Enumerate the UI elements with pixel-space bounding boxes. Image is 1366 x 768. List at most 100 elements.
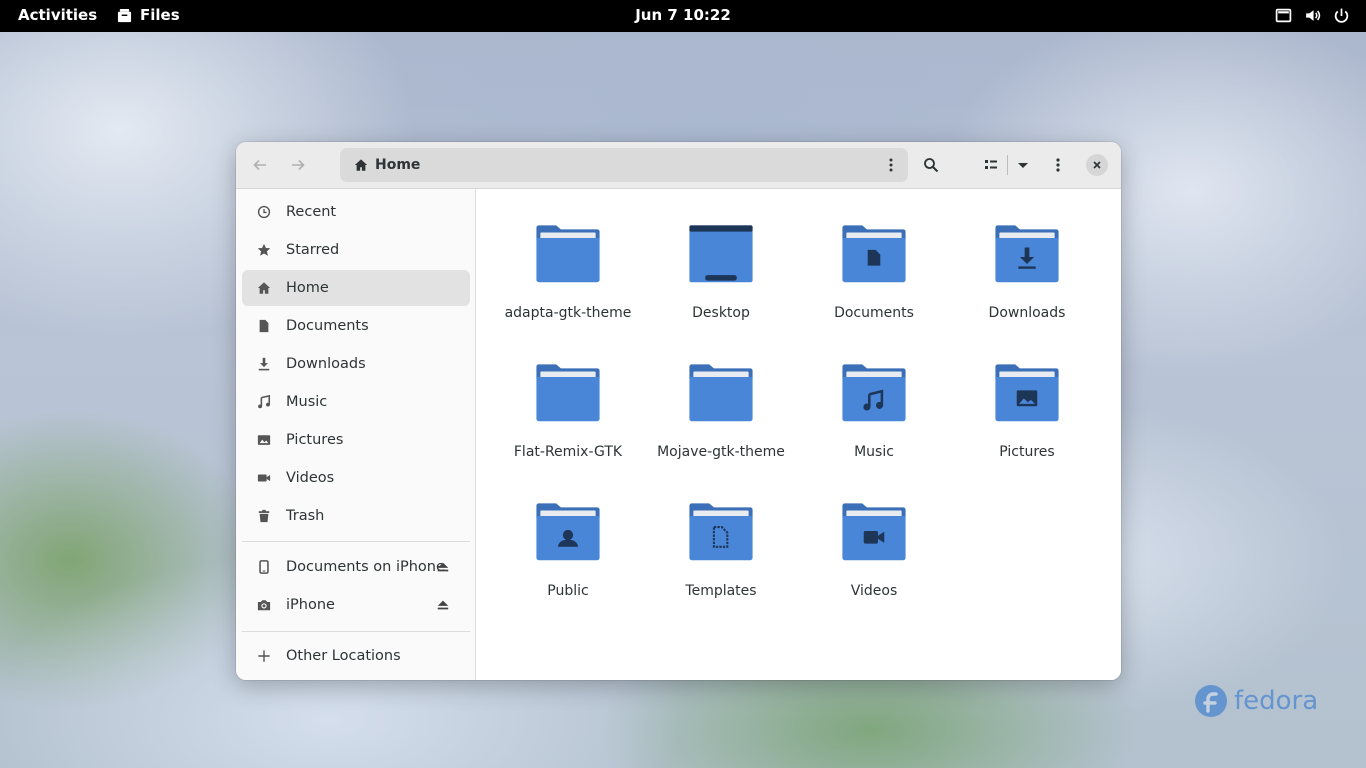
file-grid: adapta-gtk-theme Desktop Documents Download… (477, 189, 1121, 680)
folder-item[interactable]: Mojave-gtk-theme (651, 330, 791, 460)
sidebar-item-recent[interactable]: Recent (242, 194, 470, 230)
folder-item[interactable]: Downloads (957, 191, 1097, 321)
folder-item[interactable]: Flat-Remix-GTK (498, 330, 638, 460)
power-icon[interactable] (1333, 7, 1350, 24)
back-button[interactable] (244, 150, 276, 180)
path-home-button[interactable]: Home (354, 157, 420, 173)
sidebar-item-iphone[interactable]: iPhone (242, 587, 470, 623)
sidebar-item-other-locations[interactable]: Other Locations (242, 638, 470, 674)
sidebar-item-label: Documents (286, 318, 369, 334)
sidebar-item-label: Music (286, 394, 328, 410)
fedora-icon (1195, 685, 1227, 717)
template-folder-icon (689, 503, 753, 561)
folder-name: Videos (850, 583, 898, 599)
document-folder-icon (842, 225, 906, 283)
sidebar-divider (242, 631, 470, 632)
files-window: Home Recent Starred Home Documents Downl… (236, 142, 1121, 680)
folder-folder-icon (536, 364, 600, 422)
fedora-logo: fedora (1194, 684, 1318, 718)
path-bar[interactable]: Home (340, 148, 908, 182)
picture-icon (256, 432, 272, 448)
view-separator (1007, 155, 1008, 175)
user-folder-icon (536, 503, 600, 561)
eject-icon[interactable] (436, 560, 450, 574)
folder-item[interactable]: Templates (651, 469, 791, 599)
search-button[interactable] (915, 150, 947, 180)
folder-name: Downloads (988, 305, 1066, 321)
list-view-button[interactable] (977, 150, 1005, 180)
list-view-icon (985, 160, 997, 169)
folder-name: Mojave-gtk-theme (657, 444, 785, 460)
plus-icon (256, 648, 272, 664)
view-options-button[interactable] (1010, 150, 1036, 180)
clock[interactable]: Jun 7 10:22 (635, 6, 731, 24)
folder-item[interactable]: Desktop (651, 191, 791, 321)
view-switcher (977, 150, 1039, 180)
sidebar-divider (242, 541, 470, 542)
chevron-down-icon (1018, 163, 1028, 168)
app-menu-button[interactable]: Files (117, 6, 180, 24)
folder-item[interactable]: adapta-gtk-theme (498, 191, 638, 321)
camera-icon (256, 597, 272, 613)
files-app-icon (117, 8, 132, 22)
folder-folder-icon (536, 225, 600, 283)
close-button[interactable] (1086, 154, 1108, 176)
sidebar-item-label: Documents on iPhone (286, 559, 445, 575)
sidebar-item-label: Home (286, 280, 329, 296)
main-menu-button[interactable] (1042, 150, 1074, 180)
music-icon (256, 394, 272, 410)
arrow-left-icon (253, 159, 266, 171)
folder-item[interactable]: Public (498, 469, 638, 599)
sidebar-item-starred[interactable]: Starred (242, 232, 470, 268)
video-folder-icon (842, 503, 906, 561)
top-bar: Activities Files Jun 7 10:22 (0, 0, 1366, 32)
vertical-dots-icon (889, 158, 893, 172)
clock-icon (256, 204, 272, 220)
menu-dots-icon (1056, 158, 1060, 172)
trash-icon (256, 508, 272, 524)
sidebar-item-music[interactable]: Music (242, 384, 470, 420)
sidebar-item-label: Pictures (286, 432, 344, 448)
sidebar-item-label: Trash (286, 508, 325, 524)
folder-item[interactable]: Pictures (957, 330, 1097, 460)
sidebar-item-trash[interactable]: Trash (242, 498, 470, 534)
folder-name: Documents (834, 305, 914, 321)
folder-name: Flat-Remix-GTK (513, 444, 623, 460)
sidebar-item-downloads[interactable]: Downloads (242, 346, 470, 382)
folder-name: Desktop (692, 305, 750, 321)
document-icon (256, 318, 272, 334)
activities-button[interactable]: Activities (18, 6, 97, 24)
header-bar: Home (236, 142, 1121, 189)
folder-item[interactable]: Videos (804, 469, 944, 599)
folder-item[interactable]: Music (804, 330, 944, 460)
sidebar-item-videos[interactable]: Videos (242, 460, 470, 496)
volume-icon[interactable] (1304, 7, 1321, 24)
sidebar-item-home[interactable]: Home (242, 270, 470, 306)
sidebar-item-documents[interactable]: Documents (242, 308, 470, 344)
eject-icon[interactable] (436, 598, 450, 612)
system-tray[interactable] (1275, 7, 1350, 24)
path-menu-button[interactable] (882, 156, 900, 174)
sidebar-item-documents-on-iphone[interactable]: Documents on iPhone (242, 549, 470, 585)
forward-button[interactable] (282, 150, 314, 180)
sidebar-item-label: Videos (286, 470, 335, 486)
fedora-wordmark: fedora (1234, 686, 1319, 716)
home-icon (354, 159, 368, 171)
folder-name: Public (547, 583, 589, 599)
home-icon (256, 280, 272, 296)
folder-name: Pictures (999, 444, 1055, 460)
sidebar-item-label: Downloads (286, 356, 366, 372)
sidebar: Recent Starred Home Documents Downloads … (236, 189, 476, 680)
close-icon (1093, 161, 1101, 169)
folder-name: adapta-gtk-theme (504, 305, 632, 321)
screen-icon[interactable] (1275, 7, 1292, 24)
folder-item[interactable]: Documents (804, 191, 944, 321)
desktop-folder-icon (689, 225, 753, 283)
star-icon (256, 242, 272, 258)
folder-name: Templates (685, 583, 757, 599)
folder-name: Music (854, 444, 894, 460)
sidebar-item-pictures[interactable]: Pictures (242, 422, 470, 458)
sidebar-item-label: Recent (286, 204, 337, 220)
path-label: Home (375, 157, 421, 173)
download-icon (256, 356, 272, 372)
